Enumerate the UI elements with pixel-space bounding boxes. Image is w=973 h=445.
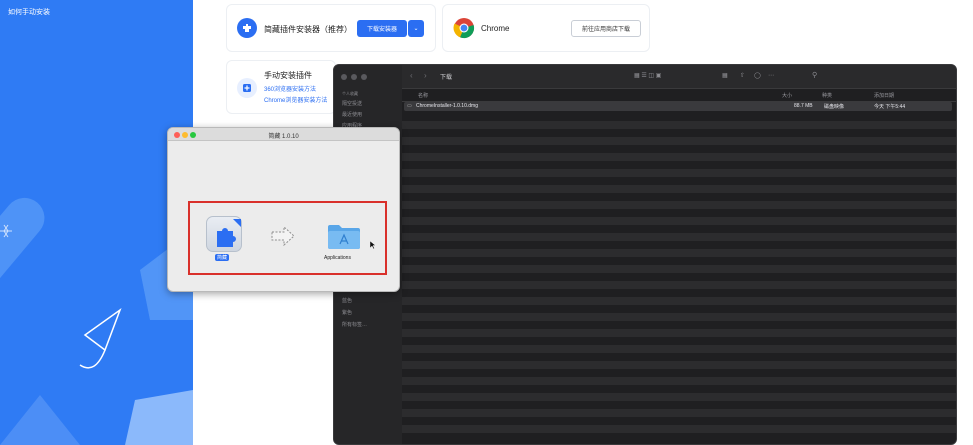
finder-window: 个人收藏 隔空投送 最近使用 应用程序 蓝色 紫色 所有标签… ‹ › 下载 ▦… xyxy=(333,64,957,445)
finder-toolbar: ‹ › 下载 ▦ ☰ ◫ ▣ ▦ ⇧ ◯ ⋯ ⚲ xyxy=(402,65,956,89)
app-icon[interactable] xyxy=(206,216,242,252)
empty-row xyxy=(402,153,956,161)
empty-row xyxy=(402,169,956,177)
sidebar-item-purple-tag[interactable]: 紫色 xyxy=(342,309,352,316)
empty-row xyxy=(402,137,956,145)
empty-row xyxy=(402,297,956,305)
file-name: ChromeInstaller-1.0.10.dmg xyxy=(416,103,478,109)
chrome-card: Chrome 前往应用商店下载 xyxy=(442,4,650,52)
sidebar-item-all-tags[interactable]: 所有标签… xyxy=(342,321,367,328)
plugin-install-icon xyxy=(237,78,257,98)
dmg-titlebar: 简藏 1.0.10 xyxy=(168,128,399,141)
empty-row xyxy=(402,201,956,209)
file-size: 88.7 MB xyxy=(794,103,813,109)
applications-folder-icon[interactable] xyxy=(327,222,361,250)
dmg-title: 简藏 1.0.10 xyxy=(268,134,299,140)
group-icon[interactable]: ▦ xyxy=(722,72,728,79)
empty-row xyxy=(402,345,956,353)
sidebar-section-favorites: 个人收藏 xyxy=(342,91,358,96)
empty-row xyxy=(402,233,956,241)
chrome-icon xyxy=(453,18,475,39)
file-kind: 磁盘映像 xyxy=(824,104,845,110)
manual-card-title: 手动安装插件 xyxy=(264,71,312,80)
column-size[interactable]: 大小 xyxy=(782,92,792,99)
chrome-card-title: Chrome xyxy=(481,24,510,33)
sidebar-item-recents[interactable]: 最近使用 xyxy=(342,111,362,118)
finder-minimize-button[interactable] xyxy=(351,74,357,80)
dmg-file-icon: ▭ xyxy=(407,103,412,109)
decoration-illustration xyxy=(0,197,193,445)
guide-chrome-link[interactable]: Chrome浏览器安装方法 xyxy=(264,95,327,104)
installer-card: 简藏插件安装器（推荐） 下载安装器 ⌄ xyxy=(226,4,436,52)
file-date: 今天 下午5:44 xyxy=(874,104,906,110)
empty-row xyxy=(402,217,956,225)
empty-row xyxy=(402,329,956,337)
action-icon[interactable]: ⋯ xyxy=(768,72,774,79)
empty-row xyxy=(402,393,956,401)
finder-title: 下载 xyxy=(440,75,453,81)
sidebar-item-blue-tag[interactable]: 蓝色 xyxy=(342,297,352,304)
installer-card-title: 简藏插件安装器（推荐） xyxy=(264,25,352,34)
installer-dropdown-button[interactable]: ⌄ xyxy=(408,20,424,37)
screen: 如何手动安装 简藏插件安装器（推荐） 下载安装器 ⌄ Chrome 前往应用商店… xyxy=(0,0,973,445)
drag-arrow-icon xyxy=(271,226,295,246)
chrome-store-button[interactable]: 前往应用商店下载 xyxy=(571,20,641,37)
guide-360-link[interactable]: 360浏览器安装方法 xyxy=(264,84,316,93)
search-icon[interactable]: ⚲ xyxy=(812,71,817,79)
view-toggle-icon[interactable]: ▦ ☰ ◫ ▣ xyxy=(634,72,661,79)
empty-row xyxy=(402,121,956,129)
empty-row xyxy=(402,249,956,257)
column-kind[interactable]: 种类 xyxy=(822,92,832,99)
finder-column-header: 名称 大小 种类 添加日期 xyxy=(402,89,956,102)
forward-icon[interactable]: › xyxy=(424,71,427,80)
applications-folder-label: Applications xyxy=(324,255,351,261)
chrome-store-label: 前往应用商店下载 xyxy=(581,27,630,33)
empty-row xyxy=(402,377,956,385)
empty-row xyxy=(402,185,956,193)
sidebar-item-airdrop[interactable]: 隔空投送 xyxy=(342,100,362,107)
finder-close-button[interactable] xyxy=(341,74,347,80)
empty-row xyxy=(402,361,956,369)
download-installer-button[interactable]: 下载安装器 xyxy=(357,20,407,37)
puzzle-icon xyxy=(217,219,241,247)
file-row[interactable]: ▭ ChromeInstaller-1.0.10.dmg 88.7 MB 磁盘映… xyxy=(404,102,952,111)
column-date[interactable]: 添加日期 xyxy=(874,92,894,99)
tag-icon[interactable]: ◯ xyxy=(754,72,761,79)
back-icon[interactable]: ‹ xyxy=(410,71,413,80)
dmg-window: 简藏 1.0.10 简藏 Applications xyxy=(167,127,400,292)
chevron-down-icon: ⌄ xyxy=(413,26,419,32)
empty-row xyxy=(402,313,956,321)
column-name[interactable]: 名称 xyxy=(418,92,428,99)
finder-zoom-button[interactable] xyxy=(361,74,367,80)
empty-row xyxy=(402,425,956,433)
empty-row xyxy=(402,281,956,289)
mouse-cursor-icon xyxy=(370,241,376,250)
share-icon[interactable]: ⇧ xyxy=(740,72,745,79)
installer-icon xyxy=(237,18,257,38)
left-panel: 如何手动安装 xyxy=(0,0,193,445)
download-installer-label: 下载安装器 xyxy=(366,27,397,33)
manual-card: 手动安装插件 360浏览器安装方法 Chrome浏览器安装方法 xyxy=(226,60,336,114)
empty-row xyxy=(402,409,956,417)
app-label: 简藏 xyxy=(215,254,230,261)
empty-row xyxy=(402,265,956,273)
